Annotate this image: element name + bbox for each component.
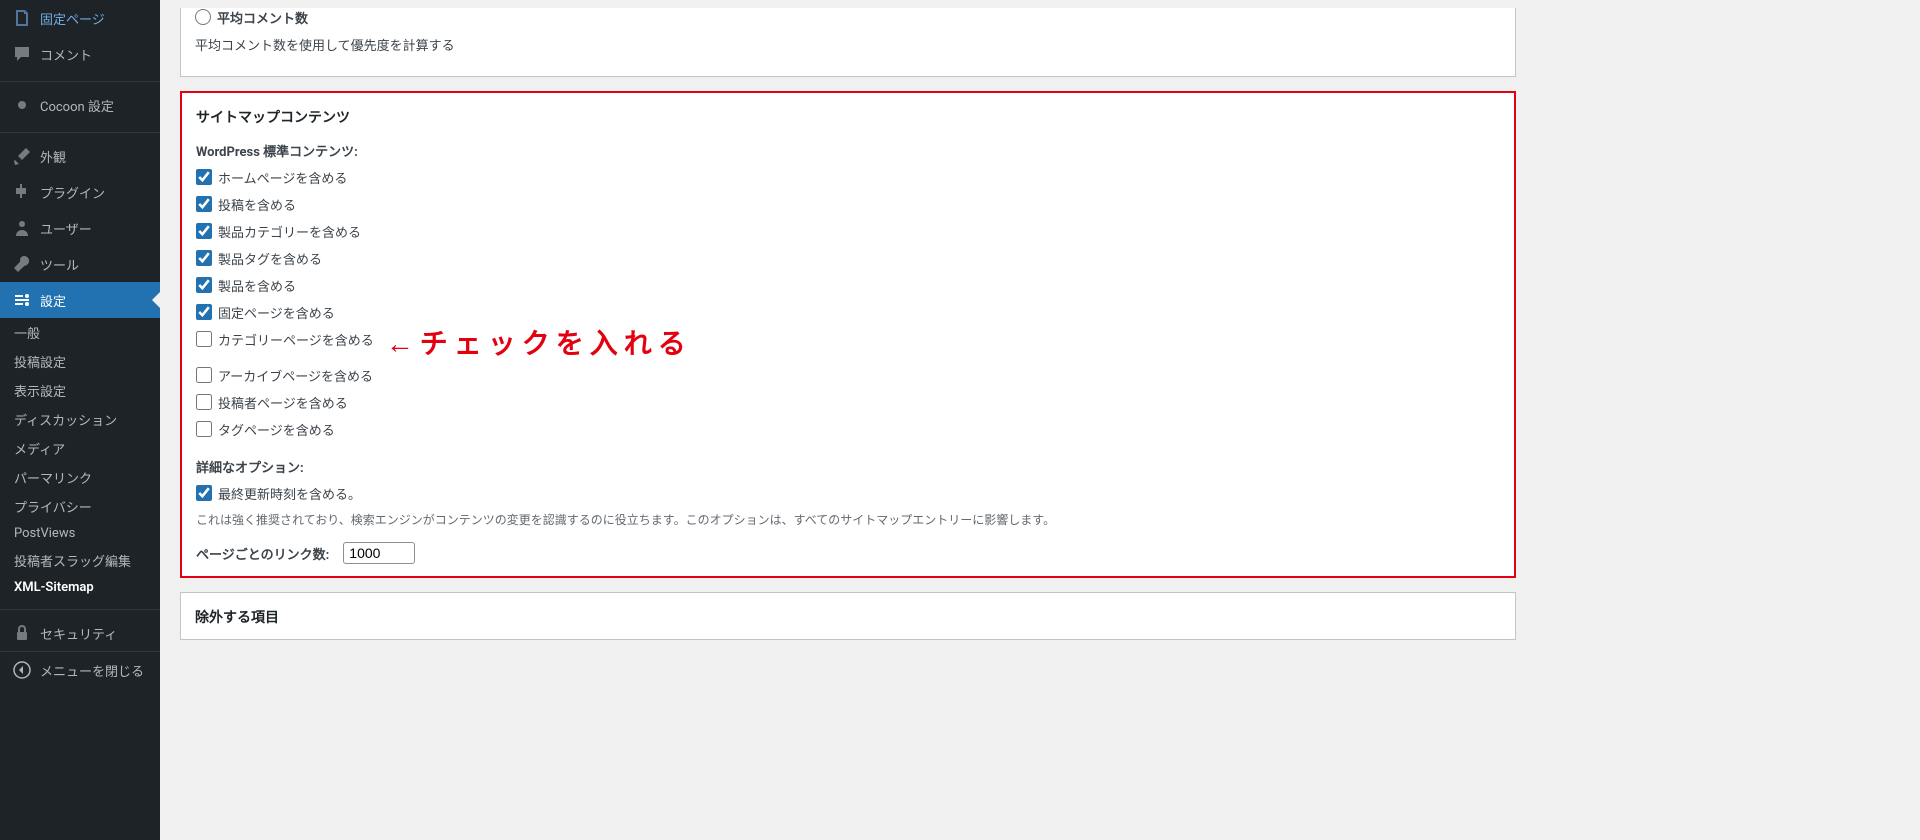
brush-icon — [12, 146, 32, 166]
checkbox-row: 固定ページを含める — [196, 303, 1500, 322]
sidebar-item-appearance[interactable]: 外観 — [0, 138, 160, 174]
radio-avg-comments[interactable] — [195, 9, 211, 25]
checkbox-lastmod[interactable] — [196, 485, 212, 501]
include-checkbox-label[interactable]: カテゴリーページを含める — [218, 330, 374, 349]
include-checkbox-label[interactable]: タグページを含める — [218, 420, 335, 439]
standard-content-heading: WordPress 標準コンテンツ: — [196, 141, 1500, 160]
sidebar-sub-discussion[interactable]: ディスカッション — [0, 405, 160, 434]
right-gutter — [1536, 0, 1920, 840]
include-checkbox[interactable] — [196, 367, 212, 383]
include-checkbox[interactable] — [196, 331, 212, 347]
sitemap-content-panel: サイトマップコンテンツ WordPress 標準コンテンツ: ホームページを含め… — [180, 91, 1516, 578]
linkcount-input[interactable] — [343, 542, 415, 564]
include-checkbox-label[interactable]: アーカイブページを含める — [218, 366, 373, 385]
checkbox-row: タグページを含める — [196, 420, 1500, 439]
checkbox-row: ホームページを含める — [196, 168, 1500, 187]
user-icon — [12, 218, 32, 238]
include-checkbox[interactable] — [196, 394, 212, 410]
exclude-title: 除外する項目 — [195, 607, 1501, 627]
checkbox-row: アーカイブページを含める — [196, 366, 1500, 385]
include-checkbox[interactable] — [196, 277, 212, 293]
sidebar-item-label: ツール — [40, 255, 79, 274]
sidebar-separator — [0, 77, 160, 82]
checkbox-row: カテゴリーページを含める ←チェックを入れる — [196, 330, 1500, 358]
sidebar-item-pages[interactable]: 固定ページ — [0, 0, 160, 36]
sidebar-sub-media[interactable]: メディア — [0, 434, 160, 463]
include-checkbox-label[interactable]: 製品タグを含める — [218, 249, 322, 268]
sidebar-sub-reading[interactable]: 表示設定 — [0, 376, 160, 405]
sidebar-sub-privacy[interactable]: プライバシー — [0, 492, 160, 521]
sitemap-content-title: サイトマップコンテンツ — [196, 107, 1500, 127]
sidebar-item-label: Cocoon 設定 — [40, 96, 114, 115]
include-checkbox[interactable] — [196, 169, 212, 185]
sidebar-item-label: 固定ページ — [40, 9, 105, 28]
sidebar-sub-postviews[interactable]: PostViews — [0, 521, 160, 546]
advanced-options-heading: 詳細なオプション: — [196, 457, 1500, 476]
linkcount-label: ページごとのリンク数: — [196, 544, 329, 563]
sidebar-item-users[interactable]: ユーザー — [0, 210, 160, 246]
sidebar-collapse-label: メニューを閉じる — [40, 661, 144, 680]
include-checkbox[interactable] — [196, 421, 212, 437]
collapse-icon — [12, 660, 32, 680]
sidebar-sub-xml-sitemap[interactable]: XML-Sitemap — [0, 575, 160, 600]
comment-icon — [12, 44, 32, 64]
sidebar-item-tools[interactable]: ツール — [0, 246, 160, 282]
include-checkbox[interactable] — [196, 250, 212, 266]
settings-icon — [12, 290, 32, 310]
sidebar-item-security[interactable]: セキュリティ — [0, 615, 160, 651]
sidebar-item-label: 外観 — [40, 147, 66, 166]
radio-avg-comments-desc: 平均コメント数を使用して優先度を計算する — [195, 35, 1501, 54]
sidebar-item-cocoon[interactable]: Cocoon 設定 — [0, 87, 160, 123]
include-checkbox-label[interactable]: 製品を含める — [218, 276, 296, 295]
sidebar-item-label: コメント — [40, 45, 92, 64]
sidebar-item-comments[interactable]: コメント — [0, 36, 160, 72]
include-checkbox-label[interactable]: ホームページを含める — [218, 168, 347, 187]
include-checkbox-label[interactable]: 固定ページを含める — [218, 303, 335, 322]
checkbox-row: 投稿を含める — [196, 195, 1500, 214]
lastmod-note: これは強く推奨されており、検索エンジンがコンテンツの変更を認識するのに役立ちます… — [196, 511, 1500, 528]
wrench-icon — [12, 254, 32, 274]
sidebar-item-label: ユーザー — [40, 219, 92, 238]
sidebar-item-label: プラグイン — [40, 183, 105, 202]
exclude-panel: 除外する項目 — [180, 592, 1516, 640]
checkbox-row: 製品を含める — [196, 276, 1500, 295]
sidebar-collapse[interactable]: メニューを閉じる — [0, 651, 160, 688]
checkbox-lastmod-label[interactable]: 最終更新時刻を含める。 — [218, 484, 361, 503]
checkbox-row: 製品カテゴリーを含める — [196, 222, 1500, 241]
lock-icon — [12, 623, 32, 643]
include-checkbox[interactable] — [196, 223, 212, 239]
dot-icon — [12, 95, 32, 115]
annotation-arrow: ←チェックを入れる — [386, 330, 692, 358]
plugin-icon — [12, 182, 32, 202]
checkbox-row: 製品タグを含める — [196, 249, 1500, 268]
sidebar-sub-general[interactable]: 一般 — [0, 318, 160, 347]
sidebar-sub-permalinks[interactable]: パーマリンク — [0, 463, 160, 492]
main-content: 平均コメント数 平均コメント数を使用して優先度を計算する サイトマップコンテンツ… — [160, 0, 1536, 840]
include-checkbox[interactable] — [196, 196, 212, 212]
sidebar-item-label: 設定 — [40, 291, 66, 310]
page-icon — [12, 8, 32, 28]
sidebar-item-settings[interactable]: 設定 — [0, 282, 160, 318]
sidebar-item-plugins[interactable]: プラグイン — [0, 174, 160, 210]
checkbox-row: 投稿者ページを含める — [196, 393, 1500, 412]
include-checkbox[interactable] — [196, 304, 212, 320]
sidebar-item-label: セキュリティ — [40, 624, 117, 643]
sidebar-sub-author-slug[interactable]: 投稿者スラッグ編集 — [0, 546, 160, 575]
include-checkbox-label[interactable]: 投稿を含める — [218, 195, 296, 214]
checkbox-list: ホームページを含める投稿を含める製品カテゴリーを含める製品タグを含める製品を含め… — [196, 168, 1500, 439]
sidebar-sub-writing[interactable]: 投稿設定 — [0, 347, 160, 376]
sidebar-separator — [0, 128, 160, 133]
radio-avg-comments-label[interactable]: 平均コメント数 — [217, 8, 308, 27]
priority-panel: 平均コメント数 平均コメント数を使用して優先度を計算する — [180, 8, 1516, 77]
include-checkbox-label[interactable]: 投稿者ページを含める — [218, 393, 348, 412]
admin-sidebar: 固定ページ コメント Cocoon 設定 外観 プラグイン ユーザー ツール 設… — [0, 0, 160, 840]
sidebar-separator — [0, 605, 160, 610]
include-checkbox-label[interactable]: 製品カテゴリーを含める — [218, 222, 361, 241]
